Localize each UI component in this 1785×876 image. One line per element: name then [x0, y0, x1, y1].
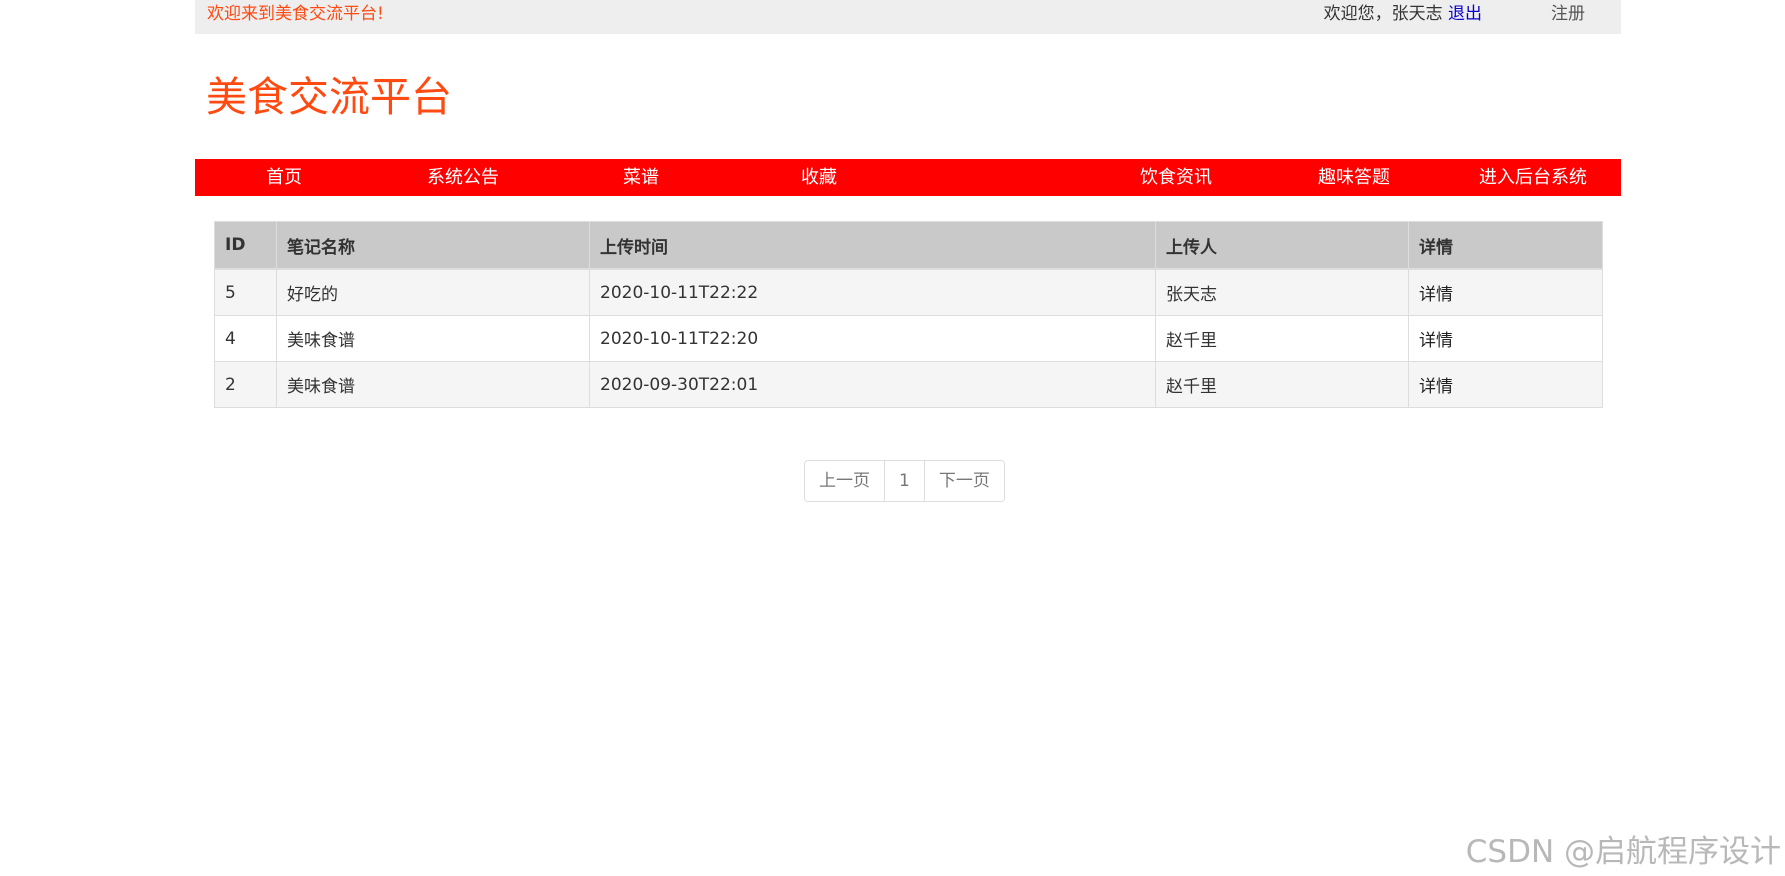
detail-link[interactable]: 详情	[1419, 285, 1453, 305]
cell-uploader: 赵千里	[1155, 361, 1409, 408]
cell-detail: 详情	[1408, 361, 1603, 408]
column-header-note-name: 笔记名称	[276, 221, 590, 270]
notes-table-container: ID 笔记名称 上传时间 上传人 详情 5 好吃的 2020-10-11T22:…	[214, 221, 1603, 408]
register-link[interactable]: 注册	[1551, 0, 1585, 28]
prev-page-button[interactable]: 上一页	[805, 461, 884, 501]
cell-upload-time: 2020-09-30T22:01	[589, 361, 1156, 408]
column-header-upload-time: 上传时间	[589, 221, 1156, 270]
nav-item-admin[interactable]: 进入后台系统	[1479, 159, 1587, 196]
nav-item-favorites[interactable]: 收藏	[801, 159, 837, 196]
cell-note-name: 美味食谱	[276, 315, 590, 362]
pagination: 上一页 1 下一页	[804, 460, 1005, 502]
welcome-text: 欢迎来到美食交流平台!	[207, 4, 384, 24]
column-header-id: ID	[214, 221, 277, 270]
cell-upload-time: 2020-10-11T22:22	[589, 268, 1156, 316]
table-row: 5 好吃的 2020-10-11T22:22 张天志 详情	[214, 268, 1603, 316]
detail-link[interactable]: 详情	[1419, 331, 1453, 351]
nav-item-announcements[interactable]: 系统公告	[427, 159, 499, 196]
nav-item-home[interactable]: 首页	[266, 159, 302, 196]
table-row: 4 美味食谱 2020-10-11T22:20 赵千里 详情	[214, 315, 1603, 362]
watermark: CSDN @启航程序设计	[1465, 834, 1781, 870]
user-greeting-area: 欢迎您，张天志 退出	[1324, 0, 1482, 28]
page-number-button[interactable]: 1	[884, 461, 924, 501]
site-title: 美食交流平台	[206, 73, 452, 121]
user-greeting: 欢迎您，张天志	[1323, 4, 1448, 24]
column-header-uploader: 上传人	[1155, 221, 1409, 270]
cell-note-name: 好吃的	[276, 268, 590, 316]
table-header-row: ID 笔记名称 上传时间 上传人 详情	[214, 221, 1603, 270]
logout-link[interactable]: 退出	[1448, 4, 1482, 24]
table-row: 2 美味食谱 2020-09-30T22:01 赵千里 详情	[214, 361, 1603, 408]
cell-detail: 详情	[1408, 268, 1603, 316]
next-page-button[interactable]: 下一页	[923, 461, 1004, 501]
cell-note-name: 美味食谱	[276, 361, 590, 408]
nav-item-diet-news[interactable]: 饮食资讯	[1140, 159, 1212, 196]
nav-item-recipes[interactable]: 菜谱	[623, 159, 659, 196]
cell-upload-time: 2020-10-11T22:20	[589, 315, 1156, 362]
cell-id: 4	[214, 315, 277, 362]
main-nav: 首页 系统公告 菜谱 收藏 饮食资讯 趣味答题 进入后台系统	[195, 159, 1621, 196]
detail-link[interactable]: 详情	[1419, 377, 1453, 397]
nav-item-quiz[interactable]: 趣味答题	[1318, 159, 1390, 196]
column-header-detail: 详情	[1408, 221, 1603, 270]
cell-uploader: 赵千里	[1155, 315, 1409, 362]
cell-id: 5	[214, 268, 277, 316]
cell-uploader: 张天志	[1155, 268, 1409, 316]
top-bar: 欢迎来到美食交流平台! 欢迎您，张天志 退出 注册	[195, 0, 1621, 34]
notes-table: ID 笔记名称 上传时间 上传人 详情 5 好吃的 2020-10-11T22:…	[214, 221, 1603, 408]
cell-id: 2	[214, 361, 277, 408]
cell-detail: 详情	[1408, 315, 1603, 362]
